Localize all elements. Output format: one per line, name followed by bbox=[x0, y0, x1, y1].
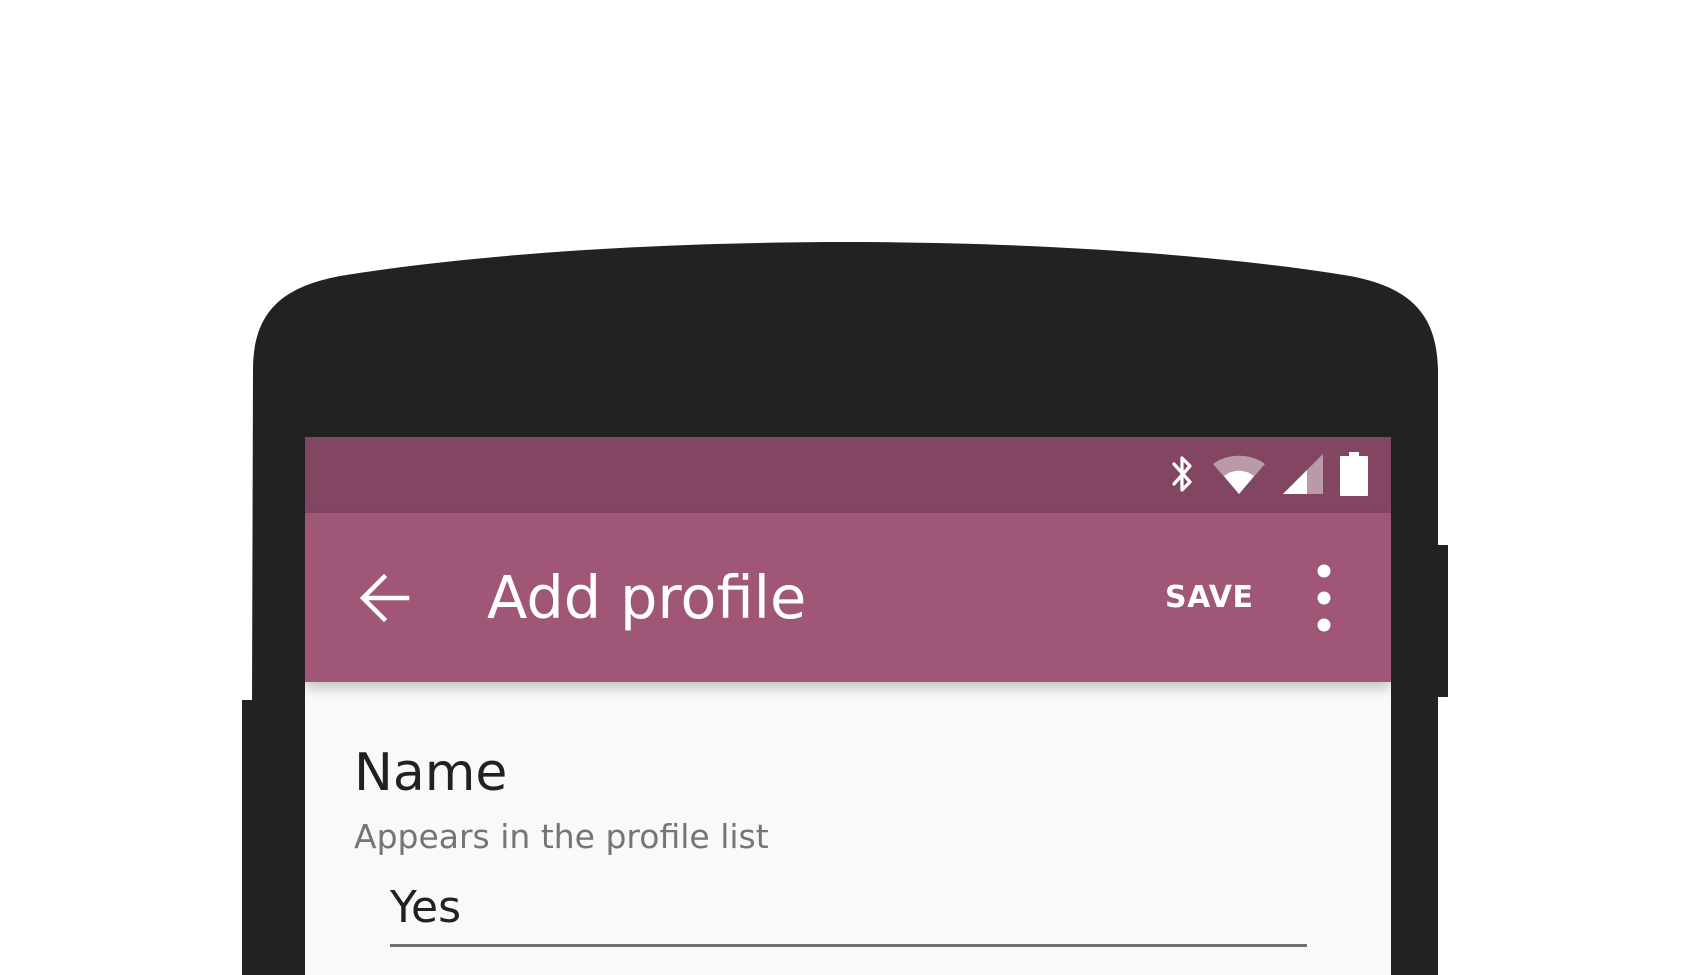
profile-form: Name Appears in the profile list Yes bbox=[305, 682, 1391, 975]
wifi-icon bbox=[1211, 452, 1267, 496]
name-field-helper-text: Appears in the profile list bbox=[354, 817, 769, 856]
name-input-value: Yes bbox=[390, 882, 462, 933]
name-input[interactable]: Yes bbox=[390, 872, 1307, 947]
status-icons bbox=[1167, 451, 1369, 497]
name-field-label: Name bbox=[354, 743, 508, 803]
status-bar bbox=[305, 437, 1391, 513]
page-title: Add profile bbox=[487, 563, 807, 632]
device-screen: Add profile SAVE Name Appears in the pro… bbox=[305, 437, 1391, 975]
battery-icon bbox=[1339, 451, 1369, 497]
bluetooth-icon bbox=[1167, 452, 1197, 496]
arrow-back-icon bbox=[355, 573, 415, 632]
cellular-signal-icon bbox=[1281, 452, 1325, 496]
back-button[interactable] bbox=[355, 568, 415, 628]
device-mockup-stage: Add profile SAVE Name Appears in the pro… bbox=[0, 0, 1690, 975]
save-button[interactable]: SAVE bbox=[1165, 576, 1254, 620]
app-bar: Add profile SAVE bbox=[305, 513, 1391, 682]
overflow-menu-button[interactable] bbox=[1307, 561, 1341, 635]
more-vert-icon bbox=[1307, 564, 1341, 639]
